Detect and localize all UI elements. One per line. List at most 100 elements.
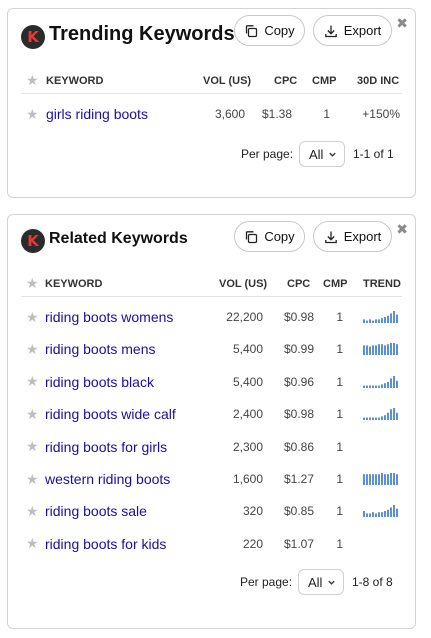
trend-bar [369,513,371,518]
trend-bar [378,319,380,323]
close-icon[interactable]: ✖ [396,16,408,30]
trend-bar [381,384,383,388]
export-button[interactable]: Export [313,15,392,46]
trend-bar [375,319,377,323]
logo-icon: K [21,25,45,49]
chevron-down-icon [328,580,335,585]
trend-bar [384,382,386,388]
column-header-30d-inc[interactable]: 30D INC [357,68,399,93]
column-header-cpc[interactable]: CPC [274,68,297,93]
trend-bar [381,318,383,323]
column-header-keyword[interactable]: KEYWORD [46,68,103,93]
trend-bar [378,385,380,388]
star-icon: ★ [26,275,39,291]
trend-bar [387,510,389,518]
trend-bar [375,417,377,421]
volume-value: 3,600 [214,107,245,121]
export-label: Export [343,23,382,38]
trend-bar [372,345,374,356]
volume-value: 5,400 [232,374,263,389]
trend-sparkline [363,398,399,430]
keyword-link[interactable]: riding boots for kids [45,528,166,560]
trend-bar [393,473,395,485]
keyword-link[interactable]: girls riding boots [46,98,148,130]
volume-value: 2,300 [232,439,263,454]
column-header-trend[interactable]: TREND [363,271,401,296]
trend-bar [390,313,392,323]
trend-bar [372,385,374,388]
cmp-value: 1 [336,472,343,486]
table-row: ★ riding boots sale 320 $0.85 1 [21,495,402,527]
close-icon[interactable]: ✖ [396,222,408,236]
trend-bar [390,378,392,388]
trend-bar [384,345,386,356]
keyword-link[interactable]: riding boots wide calf [45,398,176,430]
star-icon[interactable]: ★ [26,398,39,430]
volume-value: 320 [242,504,263,519]
keyword-link[interactable]: western riding boots [45,463,170,495]
star-icon[interactable]: ★ [26,366,39,398]
trend-bar [396,474,398,485]
keyword-link[interactable]: riding boots womens [45,301,173,333]
trend-bar [378,512,380,518]
per-page-select[interactable]: All [298,569,344,595]
table-header: ★ KEYWORD VOL (US) CPC CMP TREND [21,271,402,297]
table-row: ★ riding boots for kids 220 $1.07 1 [21,528,402,560]
trend-bar [363,511,365,518]
table-row: ★ girls riding boots 3,600 $1.38 1 +150% [21,98,402,130]
related-keywords-panel: K Related Keywords Copy Export ✖ ★ KEYWO… [7,214,416,629]
panel-title: Trending Keywords [49,23,235,45]
cpc-value: $0.86 [283,439,314,454]
star-icon[interactable]: ★ [26,301,39,333]
copy-button[interactable]: Copy [234,221,305,252]
volume-value: 1,600 [232,472,263,486]
star-icon[interactable]: ★ [26,528,39,560]
column-header-cmp[interactable]: CMP [323,271,347,296]
star-icon[interactable]: ★ [26,495,39,527]
trend-bar [366,385,368,388]
copy-label: Copy [264,229,295,244]
trend-bar [363,417,365,421]
cmp-value: 1 [323,107,330,121]
trend-bar [366,345,368,356]
trend-sparkline [363,301,399,333]
trend-bar [369,385,371,388]
star-icon[interactable]: ★ [26,98,39,130]
keyword-link[interactable]: riding boots mens [45,333,156,365]
trend-bar [375,385,377,388]
column-header-cmp[interactable]: CMP [312,68,336,93]
table-row: ★ riding boots for girls 2,300 $0.86 1 [21,431,402,463]
column-header-keyword[interactable]: KEYWORD [45,271,102,296]
column-header-volume[interactable]: VOL (US) [219,271,267,296]
table-header: ★ KEYWORD VOL (US) CPC CMP 30D INC [21,68,402,94]
trend-bar [387,315,389,323]
cpc-value: $0.98 [283,407,314,422]
trend-bar [384,317,386,323]
trend-bar [366,417,368,421]
trend-bar [363,319,365,323]
column-header-cpc[interactable]: CPC [287,271,310,296]
keyword-link[interactable]: riding boots sale [45,495,147,527]
copy-icon [246,230,258,243]
trend-bar [366,513,368,518]
trend-sparkline [363,366,399,398]
keyword-link[interactable]: riding boots black [45,366,154,398]
trend-bar [375,513,377,518]
trend-bar [390,343,392,356]
star-icon[interactable]: ★ [26,431,39,463]
download-icon [324,231,337,243]
per-page-select[interactable]: All [299,141,345,167]
trend-bar [366,320,368,323]
copy-button[interactable]: Copy [234,15,305,46]
keyword-link[interactable]: riding boots for girls [45,431,167,463]
trend-bar [378,474,380,485]
export-button[interactable]: Export [313,221,392,252]
trend-bar [384,474,386,485]
trend-bar [387,344,389,356]
trend-bar [381,473,383,485]
star-icon[interactable]: ★ [26,333,39,365]
star-icon[interactable]: ★ [26,463,39,495]
cpc-value: $0.99 [283,342,314,357]
column-header-volume[interactable]: VOL (US) [203,68,251,93]
trend-bar [369,474,371,485]
